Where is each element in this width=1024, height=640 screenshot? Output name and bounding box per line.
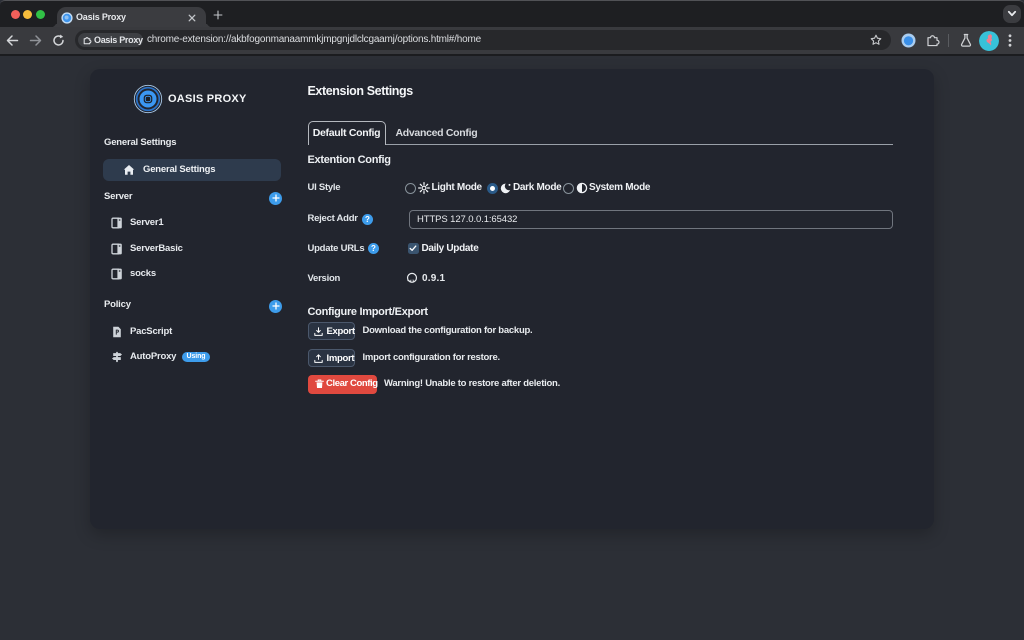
toolbar-divider	[948, 34, 949, 47]
import-button-label: Import	[326, 353, 355, 364]
zoom-window-button[interactable]	[36, 9, 45, 19]
github-icon[interactable]	[406, 272, 418, 284]
clear-config-button[interactable]: Clear Config	[307, 374, 378, 394]
radio-light-mode[interactable]	[405, 182, 416, 194]
menu-dots-icon[interactable]	[1008, 34, 1012, 47]
sidebar-item-pacscript[interactable]: PacScript	[90, 321, 307, 343]
tab-close-icon[interactable]	[187, 13, 197, 23]
tab-title: Oasis Proxy	[76, 12, 126, 22]
section-heading-extension-config: Extention Config	[307, 154, 392, 166]
signpost-icon	[112, 351, 122, 363]
section-label-general: General Settings	[104, 137, 177, 148]
sidebar-item-label: ServerBasic	[130, 243, 183, 254]
sidebar-item-autoproxy[interactable]: AutoProxy Using	[90, 346, 307, 368]
light-mode-label[interactable]: Light Mode	[432, 181, 483, 195]
script-icon	[113, 326, 121, 338]
back-icon[interactable]	[6, 34, 19, 47]
section-heading-import-export: Configure Import/Export	[307, 306, 429, 318]
info-icon[interactable]: ?	[362, 213, 373, 225]
sidebar-item-serverbasic[interactable]: ServerBasic	[90, 238, 307, 260]
using-badge: Using	[182, 352, 210, 362]
labs-flask-icon[interactable]	[959, 33, 973, 48]
export-description: Download the configuration for backup.	[362, 325, 533, 336]
address-bar[interactable]: Oasis Proxy chrome-extension://akbfogonm…	[75, 30, 891, 50]
url-text: chrome-extension://akbfogonmanaammkjmpgn…	[147, 34, 481, 45]
daily-update-label[interactable]: Daily Update	[422, 242, 479, 256]
tab-strip: Oasis Proxy	[0, 0, 1024, 28]
download-icon	[314, 327, 323, 336]
section-label-server: Server	[104, 191, 133, 202]
sun-icon	[418, 182, 430, 194]
trash-icon	[314, 379, 324, 388]
section-label-policy: Policy	[104, 299, 131, 310]
radio-dark-mode[interactable]	[486, 182, 498, 194]
ui-style-label: UI Style	[307, 182, 341, 193]
moon-icon	[500, 182, 512, 194]
reject-addr-value: HTTPS 127.0.0.1:65432	[417, 214, 518, 225]
sidebar-item-label: socks	[130, 268, 156, 279]
tab-favicon-oasis-icon	[61, 11, 73, 24]
update-urls-label: Update URLs	[307, 242, 365, 254]
sidebar-item-label: AutoProxy	[130, 351, 177, 362]
oasis-proxy-logo	[133, 84, 163, 114]
extensions-puzzle-icon[interactable]	[925, 33, 940, 48]
add-policy-button[interactable]	[269, 299, 282, 313]
version-label: Version	[307, 273, 341, 284]
sidebar-item-label: Server1	[130, 217, 164, 228]
sidebar-item-socks[interactable]: socks	[90, 263, 307, 285]
tab-default-config[interactable]: Default Config	[307, 121, 386, 145]
server-icon	[111, 217, 122, 229]
half-circle-icon	[576, 182, 588, 194]
forward-icon[interactable]	[29, 34, 42, 47]
sidebar-item-server1[interactable]: Server1	[90, 212, 307, 234]
clear-config-button-label: Clear Config	[326, 377, 378, 389]
upload-icon	[314, 354, 323, 363]
close-window-button[interactable]	[10, 9, 20, 19]
sidebar-item-label: General Settings	[143, 164, 216, 175]
system-mode-label[interactable]: System Mode	[589, 181, 650, 195]
bookmark-star-icon[interactable]	[870, 34, 882, 46]
radio-system-mode[interactable]	[563, 182, 574, 194]
reject-addr-label: Reject Addr	[307, 213, 358, 224]
import-description: Import configuration for restore.	[362, 352, 501, 363]
tab-search-button[interactable]	[1003, 5, 1021, 23]
version-value: 0.9.1	[422, 272, 446, 284]
export-button-label: Export	[326, 326, 356, 337]
logo-text: OASIS PROXY	[168, 93, 247, 105]
minimize-window-button[interactable]	[23, 9, 33, 19]
oasis-extension-icon[interactable]	[901, 33, 916, 48]
info-icon[interactable]: ?	[368, 242, 379, 254]
reload-icon[interactable]	[52, 34, 65, 47]
server-icon	[111, 268, 122, 280]
page-title: Extension Settings	[307, 83, 414, 98]
extension-name-chip[interactable]: Oasis Proxy	[78, 33, 143, 47]
add-server-button[interactable]	[269, 191, 282, 205]
chip-label: Oasis Proxy	[94, 35, 143, 45]
extension-options-page: OASIS PROXY General Settings General Set…	[0, 56, 1024, 640]
profile-avatar[interactable]	[979, 30, 999, 51]
daily-update-checkbox[interactable]	[407, 243, 419, 254]
clear-config-warning: Warning! Unable to restore after deletio…	[384, 378, 561, 389]
home-icon	[123, 165, 135, 175]
export-button[interactable]: Export	[307, 322, 356, 340]
app-panel: OASIS PROXY General Settings General Set…	[90, 69, 934, 529]
sidebar-item-general-settings[interactable]: General Settings	[103, 159, 281, 181]
dark-mode-label[interactable]: Dark Mode	[513, 181, 562, 195]
browser-tab[interactable]: Oasis Proxy	[57, 7, 206, 28]
sidebar-item-label: PacScript	[130, 326, 173, 337]
browser-toolbar: Oasis Proxy chrome-extension://akbfogonm…	[0, 27, 1024, 54]
puzzle-icon	[83, 37, 92, 45]
tab-advanced-config[interactable]: Advanced Config	[396, 121, 478, 145]
reject-addr-input[interactable]: HTTPS 127.0.0.1:65432	[409, 210, 893, 229]
server-icon	[111, 243, 122, 255]
import-button[interactable]: Import	[307, 349, 355, 367]
new-tab-button[interactable]	[213, 10, 223, 20]
